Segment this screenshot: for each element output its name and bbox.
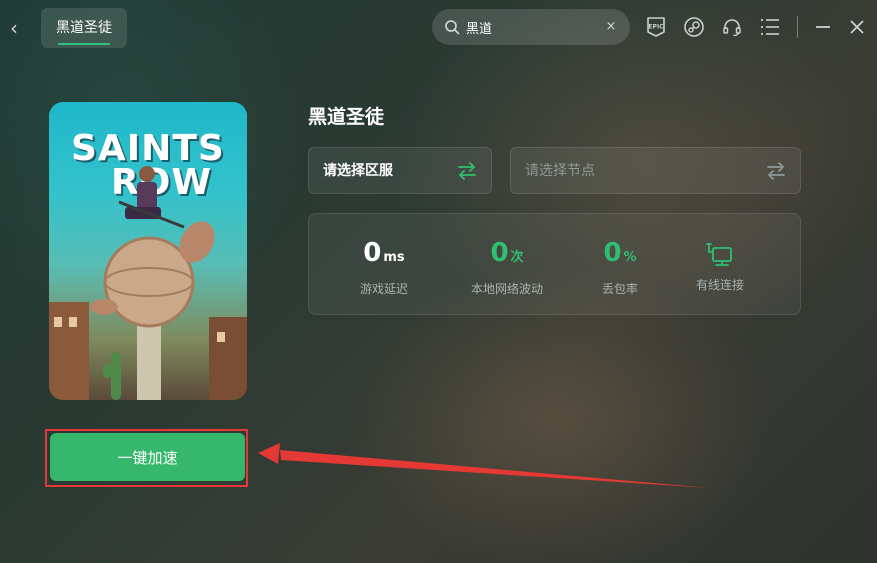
network-stats-panel: 0 ms 游戏延迟 0次 本地网络波动 0% 丢包率 有线连接: [308, 213, 801, 315]
game-title: 黑道圣徒: [308, 106, 385, 128]
latency-label: 游戏延迟: [359, 282, 408, 296]
stat-packet-loss: 0% 丢包率: [565, 238, 675, 297]
wired-connection-icon: [706, 243, 732, 266]
headset-icon[interactable]: [721, 16, 743, 38]
jitter-value: 0: [490, 238, 509, 268]
clear-search-icon[interactable]: ×: [604, 19, 618, 35]
game-cover-image: SAINTS ROW: [49, 102, 247, 400]
node-select[interactable]: 请选择节点: [510, 147, 801, 194]
annotation-arrow: [258, 443, 710, 488]
stat-latency: 0 ms 游戏延迟: [329, 238, 439, 297]
packet-loss-unit: %: [623, 250, 637, 265]
cover-artwork: [49, 166, 247, 400]
tab-active-indicator: [58, 43, 110, 45]
search-icon: [445, 20, 460, 35]
region-select-label: 请选择区服: [323, 163, 393, 179]
node-select-label: 请选择节点: [525, 163, 595, 179]
region-select[interactable]: 请选择区服: [308, 147, 492, 194]
toolbar-divider: [797, 16, 798, 38]
jitter-unit: 次: [510, 250, 524, 265]
stat-connection: 有线连接: [665, 238, 775, 293]
stat-jitter: 0次 本地网络波动: [452, 238, 562, 297]
latency-value: 0: [363, 238, 382, 268]
tab-label: 黑道圣徒: [56, 20, 112, 36]
svg-text:EPIC: EPIC: [648, 24, 664, 31]
top-bar: ‹ 黑道圣徒 × EPIC: [0, 0, 877, 56]
latency-unit: ms: [383, 250, 405, 265]
tab-current-game[interactable]: 黑道圣徒: [41, 8, 127, 48]
menu-list-icon[interactable]: [759, 16, 781, 38]
connection-label: 有线连接: [695, 278, 744, 292]
epic-games-icon[interactable]: EPIC: [645, 16, 667, 38]
jitter-label: 本地网络波动: [470, 282, 543, 296]
close-icon[interactable]: [846, 16, 868, 38]
swap-arrows-icon: [767, 162, 785, 180]
one-click-accelerate-button[interactable]: 一键加速: [50, 433, 245, 481]
swap-arrows-icon: [458, 162, 476, 180]
search-input[interactable]: [466, 17, 596, 37]
search-box[interactable]: ×: [432, 9, 630, 45]
back-icon[interactable]: ‹: [6, 18, 22, 38]
packet-loss-value: 0: [603, 238, 622, 268]
packet-loss-label: 丢包率: [601, 282, 638, 296]
steam-icon[interactable]: [683, 16, 705, 38]
minimize-icon[interactable]: [812, 16, 834, 38]
